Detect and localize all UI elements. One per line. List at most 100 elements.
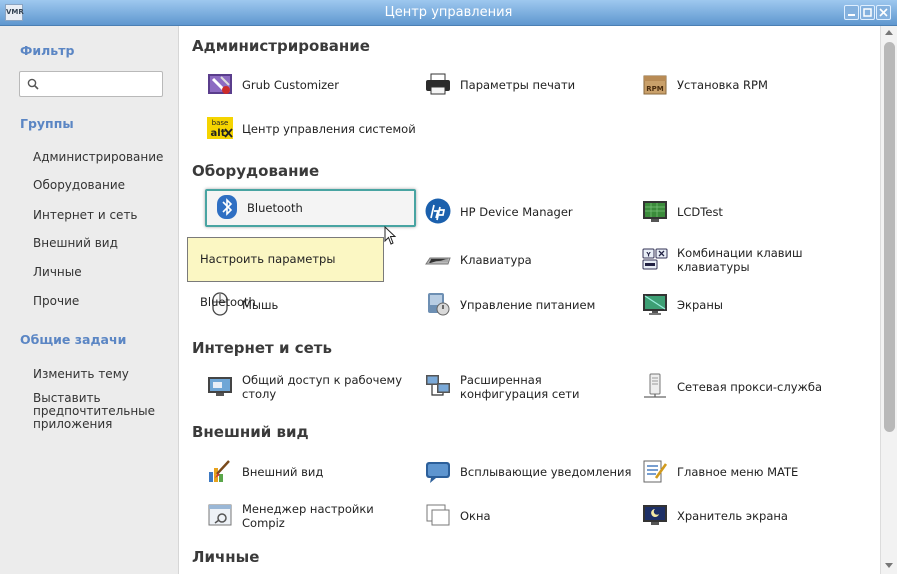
- item-label: Экраны: [677, 298, 723, 312]
- compiz-settings-icon: [208, 504, 232, 526]
- item-notifications[interactable]: Всплывающие уведомления: [425, 455, 635, 489]
- item-label: LCDTest: [677, 205, 723, 219]
- close-button[interactable]: [876, 5, 891, 20]
- item-bluetooth[interactable]: Bluetooth: [205, 189, 416, 227]
- item-label: Управление питанием: [460, 298, 596, 312]
- item-label: Общий доступ к рабочему столу: [242, 373, 402, 401]
- title-bar[interactable]: VMR Центр управления: [0, 0, 897, 26]
- search-icon: [27, 78, 39, 90]
- item-label: Bluetooth: [247, 201, 303, 215]
- item-network-proxy[interactable]: Сетевая прокси-служба: [642, 370, 852, 404]
- bluetooth-icon: [217, 195, 237, 219]
- group-internet[interactable]: Интернет и сеть: [33, 208, 138, 222]
- network-icon: [426, 375, 450, 396]
- groups-heading: Группы: [20, 116, 74, 131]
- task-change-theme[interactable]: Изменить тему: [33, 367, 129, 381]
- item-label: Хранитель экрана: [677, 509, 788, 523]
- close-icon: [879, 8, 888, 17]
- vertical-scrollbar[interactable]: [880, 26, 897, 574]
- svg-text:alt: alt: [211, 128, 226, 139]
- item-keyboard[interactable]: Клавиатура: [425, 243, 635, 277]
- group-appearance[interactable]: Внешний вид: [33, 236, 118, 250]
- minimize-icon: [848, 14, 855, 16]
- item-lcdtest[interactable]: LCDTest: [642, 195, 852, 229]
- maximize-icon: [863, 8, 872, 17]
- maximize-button[interactable]: [860, 5, 875, 20]
- section-title-internet: Интернет и сеть: [192, 339, 332, 357]
- grub-customizer-icon: [208, 74, 232, 94]
- item-rpm-install[interactable]: RPM Установка RPM: [642, 68, 852, 102]
- screensaver-icon: [643, 505, 667, 525]
- item-print-settings[interactable]: Параметры печати: [425, 68, 625, 102]
- item-label: Мышь: [242, 298, 279, 312]
- sidebar: Фильтр Группы Администрирование Оборудов…: [0, 26, 179, 574]
- section-title-appearance: Внешний вид: [192, 423, 309, 441]
- menu-editor-icon: [643, 460, 668, 483]
- group-administration[interactable]: Администрирование: [33, 150, 163, 164]
- common-tasks-heading: Общие задачи: [20, 332, 127, 347]
- item-hp-device-manager[interactable]: HP Device Manager: [425, 195, 635, 229]
- group-hardware[interactable]: Оборудование: [33, 178, 125, 192]
- desktop-sharing-icon: [208, 377, 232, 396]
- power-management-icon: [428, 293, 450, 316]
- item-grub-customizer[interactable]: Grub Customizer: [207, 68, 417, 102]
- tooltip: Настроить параметры Bluetooth: [187, 237, 384, 309]
- item-label: Расширенная конфигурация сети: [460, 373, 580, 401]
- item-label: Параметры печати: [460, 78, 576, 92]
- printer-icon: [426, 73, 450, 95]
- item-windows[interactable]: Окна: [425, 499, 625, 533]
- alt-system-icon: basealt: [207, 117, 233, 139]
- group-personal[interactable]: Личные: [33, 265, 82, 279]
- notification-bubble-icon: [426, 462, 450, 483]
- item-power-management[interactable]: Управление питанием: [425, 288, 635, 322]
- item-label: Главное меню MATE: [677, 465, 799, 479]
- mouse-pointer-icon: [384, 226, 397, 245]
- section-title-personal: Личные: [192, 548, 260, 566]
- item-advanced-network[interactable]: Расширенная конфигурация сети: [425, 370, 635, 404]
- item-label: Установка RPM: [677, 78, 768, 92]
- item-label: Клавиатура: [460, 253, 532, 267]
- window-icon: [426, 504, 450, 526]
- item-label: Комбинации клавиш клавиатуры: [677, 246, 803, 274]
- keyboard-icon: [425, 257, 451, 265]
- task-preferred-apps[interactable]: Выставить предпочтительные приложения: [33, 392, 163, 431]
- section-title-administration: Администрирование: [192, 37, 370, 55]
- item-label: Окна: [460, 509, 491, 523]
- item-label: Сетевая прокси-служба: [677, 380, 823, 394]
- item-label: Всплывающие уведомления: [460, 465, 632, 479]
- search-input[interactable]: [42, 75, 162, 95]
- item-displays[interactable]: Экраны: [642, 288, 852, 322]
- section-title-hardware: Оборудование: [192, 162, 320, 180]
- item-compiz-settings[interactable]: Менеджер настройки Compiz: [207, 499, 437, 533]
- scroll-down-icon[interactable]: [885, 563, 893, 568]
- rpm-package-icon: RPM: [643, 75, 667, 95]
- filter-heading: Фильтр: [20, 43, 75, 58]
- scroll-up-icon[interactable]: [885, 30, 893, 35]
- group-other[interactable]: Прочие: [33, 294, 79, 308]
- item-system-control-center[interactable]: base alt Центр управления системой: [207, 112, 437, 146]
- item-label: HP Device Manager: [460, 205, 573, 219]
- item-mate-menu[interactable]: Главное меню MATE: [642, 455, 852, 489]
- main-panel: Администрирование Grub Customizer Параме…: [179, 26, 880, 574]
- display-icon: [643, 294, 667, 315]
- window-title: Центр управления: [384, 5, 513, 20]
- item-label: Внешний вид: [242, 465, 324, 479]
- item-label: Grub Customizer: [242, 78, 339, 92]
- svg-text:Y: Y: [645, 252, 651, 259]
- item-keyboard-shortcuts[interactable]: Y Комбинации клавиш клавиатуры: [642, 243, 862, 277]
- appearance-brush-icon: [209, 460, 230, 482]
- search-field[interactable]: [19, 71, 163, 97]
- item-label: Менеджер настройки Compiz: [242, 502, 374, 530]
- proxy-server-icon: [644, 373, 666, 398]
- item-label: Центр управления системой: [242, 122, 416, 136]
- lcd-monitor-icon: [643, 201, 667, 222]
- keyboard-shortcuts-icon: Y: [642, 248, 668, 270]
- minimize-button[interactable]: [844, 5, 859, 20]
- control-center-window: VMR Центр управления Фильтр Группы Админ…: [0, 0, 897, 574]
- svg-text:RPM: RPM: [646, 85, 664, 93]
- svg-text:base: base: [212, 119, 229, 127]
- item-desktop-sharing[interactable]: Общий доступ к рабочему столу: [207, 370, 417, 404]
- item-screensaver[interactable]: Хранитель экрана: [642, 499, 852, 533]
- scrollbar-thumb[interactable]: [884, 42, 895, 432]
- item-appearance[interactable]: Внешний вид: [207, 455, 407, 489]
